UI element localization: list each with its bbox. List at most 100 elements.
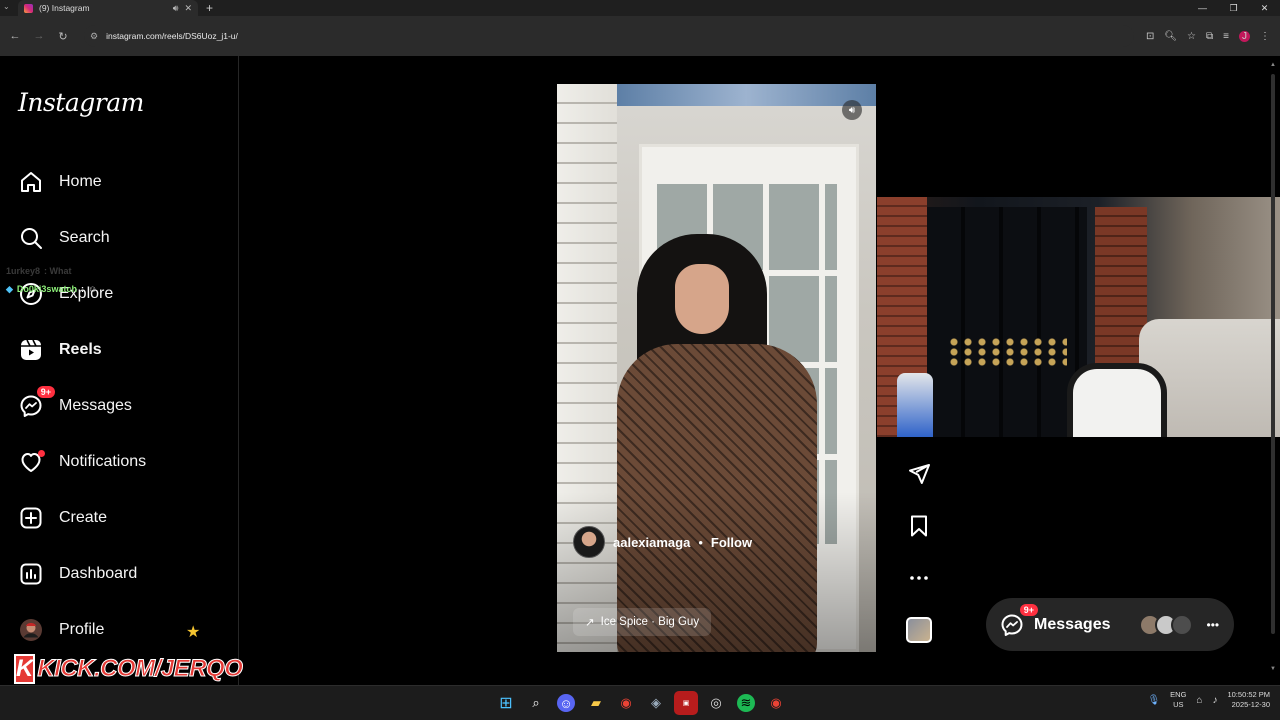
scroll-down-icon[interactable]: ▼ (1270, 666, 1276, 672)
chat-text: : (80, 284, 84, 294)
kick-logo: K (14, 654, 36, 684)
save-button[interactable] (904, 500, 934, 552)
zoom-icon[interactable]: 🔍︎ (1164, 31, 1177, 42)
sidebar-item-home[interactable]: Home (18, 164, 102, 200)
close-window-button[interactable]: ✕ (1249, 0, 1280, 16)
extensions-icon[interactable]: ⧉ (1206, 31, 1213, 42)
instagram-favicon-icon (24, 3, 33, 13)
author-avatar[interactable] (573, 526, 605, 558)
webcam-overlay (877, 197, 1280, 437)
microphone-icon[interactable]: 🎙︎ (1147, 695, 1160, 706)
more-horizontal-icon (910, 576, 928, 580)
volume-icon[interactable]: 🔊︎ (842, 100, 862, 120)
browser-tab-bar: ⌄ (9) Instagram 🔊︎ ✕ + — ❐ ✕ (0, 0, 1280, 16)
audio-title: Ice Spice · Big Guy (600, 616, 700, 628)
chat-username: Do0ki3swatch (16, 284, 77, 294)
bookmark-star-icon[interactable]: ☆ (1187, 31, 1196, 42)
messages-badge: 9+ (36, 385, 55, 398)
back-button[interactable]: ← (6, 27, 24, 45)
chat-message: ◆ Do0ki3swatch : ☺ (6, 280, 97, 298)
plus-square-icon (18, 506, 43, 531)
obs-icon[interactable]: ◎ (704, 691, 728, 715)
new-tab-button[interactable]: + (206, 1, 213, 15)
clock[interactable]: 10:50:52 PM 2025-12-30 (1227, 690, 1270, 710)
chat-message: 1urkey8 : What (6, 262, 97, 280)
follow-button[interactable]: Follow (711, 535, 752, 550)
toolbar-actions: ⊡ 🔍︎ ☆ ⧉ ≡ J ⋮ (1146, 30, 1270, 42)
media-icon[interactable]: ≡ (1223, 31, 1229, 42)
discord-icon[interactable]: ☺ (557, 694, 575, 712)
system-tray: 🎙︎ ENG US ⌂ ♪ 10:50:52 PM 2025-12-30 (1147, 690, 1270, 710)
chrome-profile-icon[interactable]: ◉ (764, 691, 788, 715)
sidebar-item-messages[interactable]: 9+ Messages (18, 385, 132, 424)
site-info-icon[interactable]: ⚙ (90, 31, 98, 42)
minimize-button[interactable]: — (1187, 0, 1218, 16)
stream-chat-overlay: 1urkey8 : What ◆ Do0ki3swatch : ☺ (6, 262, 97, 298)
page-scrollbar[interactable]: ▲ ▼ (1270, 62, 1276, 672)
sidebar-item-reels[interactable]: Reels (18, 332, 102, 368)
browser-menu-icon[interactable]: ⋮ (1260, 31, 1270, 42)
more-options-button[interactable] (904, 552, 934, 604)
sidebar-item-profile[interactable]: Profile (18, 612, 104, 648)
kick-url: KICK.COM/JERQO (37, 655, 244, 683)
browser-tab-instagram[interactable]: (9) Instagram 🔊︎ ✕ (18, 0, 198, 16)
reel-author: aalexiamaga • Follow (573, 526, 752, 558)
language-indicator[interactable]: ENG US (1170, 690, 1186, 710)
separator: • (698, 534, 703, 550)
sidebar-item-label: Dashboard (59, 565, 138, 582)
sidebar-item-notifications[interactable]: Notifications (18, 444, 146, 480)
profile-avatar (18, 618, 43, 643)
chrome-icon[interactable]: ◉ (614, 691, 638, 715)
share-button[interactable] (904, 448, 934, 500)
sidebar-item-label: Notifications (59, 453, 147, 470)
address-bar[interactable]: ⚙ instagram.com/reels/DS6Uoz_j1-u/ (84, 25, 1134, 47)
avatar (1170, 613, 1193, 636)
restore-button[interactable]: ❐ (1218, 0, 1249, 16)
sidebar-item-label: Profile (59, 621, 105, 638)
audio-thumbnail (906, 617, 932, 643)
messages-badge: 9+ (1019, 603, 1038, 616)
messenger-icon: 9+ (18, 385, 55, 419)
tab-audio-icon[interactable]: 🔊︎ (173, 3, 179, 14)
network-icon[interactable]: ⌂ (1196, 695, 1202, 706)
install-app-icon[interactable]: ⊡ (1146, 31, 1154, 42)
instagram-logo[interactable]: Instagram (18, 88, 144, 117)
reel-audio-link[interactable]: ↗ Ice Spice · Big Guy (573, 608, 712, 636)
ceiling-decor (617, 84, 876, 106)
chat-username: 1urkey8 (6, 266, 41, 276)
author-username[interactable]: aalexiamaga (613, 535, 690, 550)
sidebar-item-label: Create (59, 509, 108, 526)
christmas-tree-icon: ★ (186, 624, 201, 641)
sidebar-item-create[interactable]: Create (18, 500, 107, 536)
taskbar-search-icon[interactable]: ⌕ (524, 691, 548, 715)
webcam-cleaner-bottle (897, 373, 933, 437)
start-button[interactable]: ⊞ (494, 691, 518, 715)
scroll-thumb[interactable] (1271, 74, 1275, 634)
arrow-up-right-icon: ↗ (585, 617, 595, 629)
file-explorer-icon[interactable]: ▰ (584, 691, 608, 715)
tab-close-icon[interactable]: ✕ (184, 3, 192, 14)
volume-tray-icon[interactable]: ♪ (1212, 695, 1217, 706)
reel-video[interactable]: 🔊︎ aalexiamaga • Follow ↗ Ice Spice · Bi… (557, 84, 876, 652)
spotify-icon[interactable]: ≋ (737, 694, 755, 712)
messages-button[interactable]: 9+ Messages ••• (986, 598, 1234, 651)
steam-icon[interactable]: ◈ (644, 691, 668, 715)
sidebar-item-search[interactable]: Search (18, 220, 110, 256)
scroll-up-icon[interactable]: ▲ (1270, 62, 1276, 68)
browser-profile-avatar[interactable]: J (1239, 30, 1250, 42)
kick-stream-banner: K KICK.COM/JERQO (14, 652, 243, 686)
messages-label: Messages (1034, 615, 1111, 633)
emote-icon: ☺ (87, 284, 98, 294)
sidebar-item-dashboard[interactable]: Dashboard (18, 556, 137, 592)
webcam-window (927, 207, 1087, 437)
webcam-gaming-chair (1067, 363, 1167, 437)
reload-button[interactable]: ↻ (54, 27, 72, 45)
original-audio-button[interactable] (904, 604, 934, 656)
sidebar-item-label: Messages (59, 397, 132, 414)
heart-icon (18, 449, 45, 475)
forward-button[interactable]: → (30, 27, 48, 45)
app-icon[interactable]: ▣ (674, 691, 698, 715)
messenger-icon: 9+ (1000, 603, 1038, 637)
instagram-page: Instagram Home Search Explore Reels 9+ M… (0, 56, 1280, 685)
tab-search-icon[interactable]: ⌄ (3, 2, 10, 11)
